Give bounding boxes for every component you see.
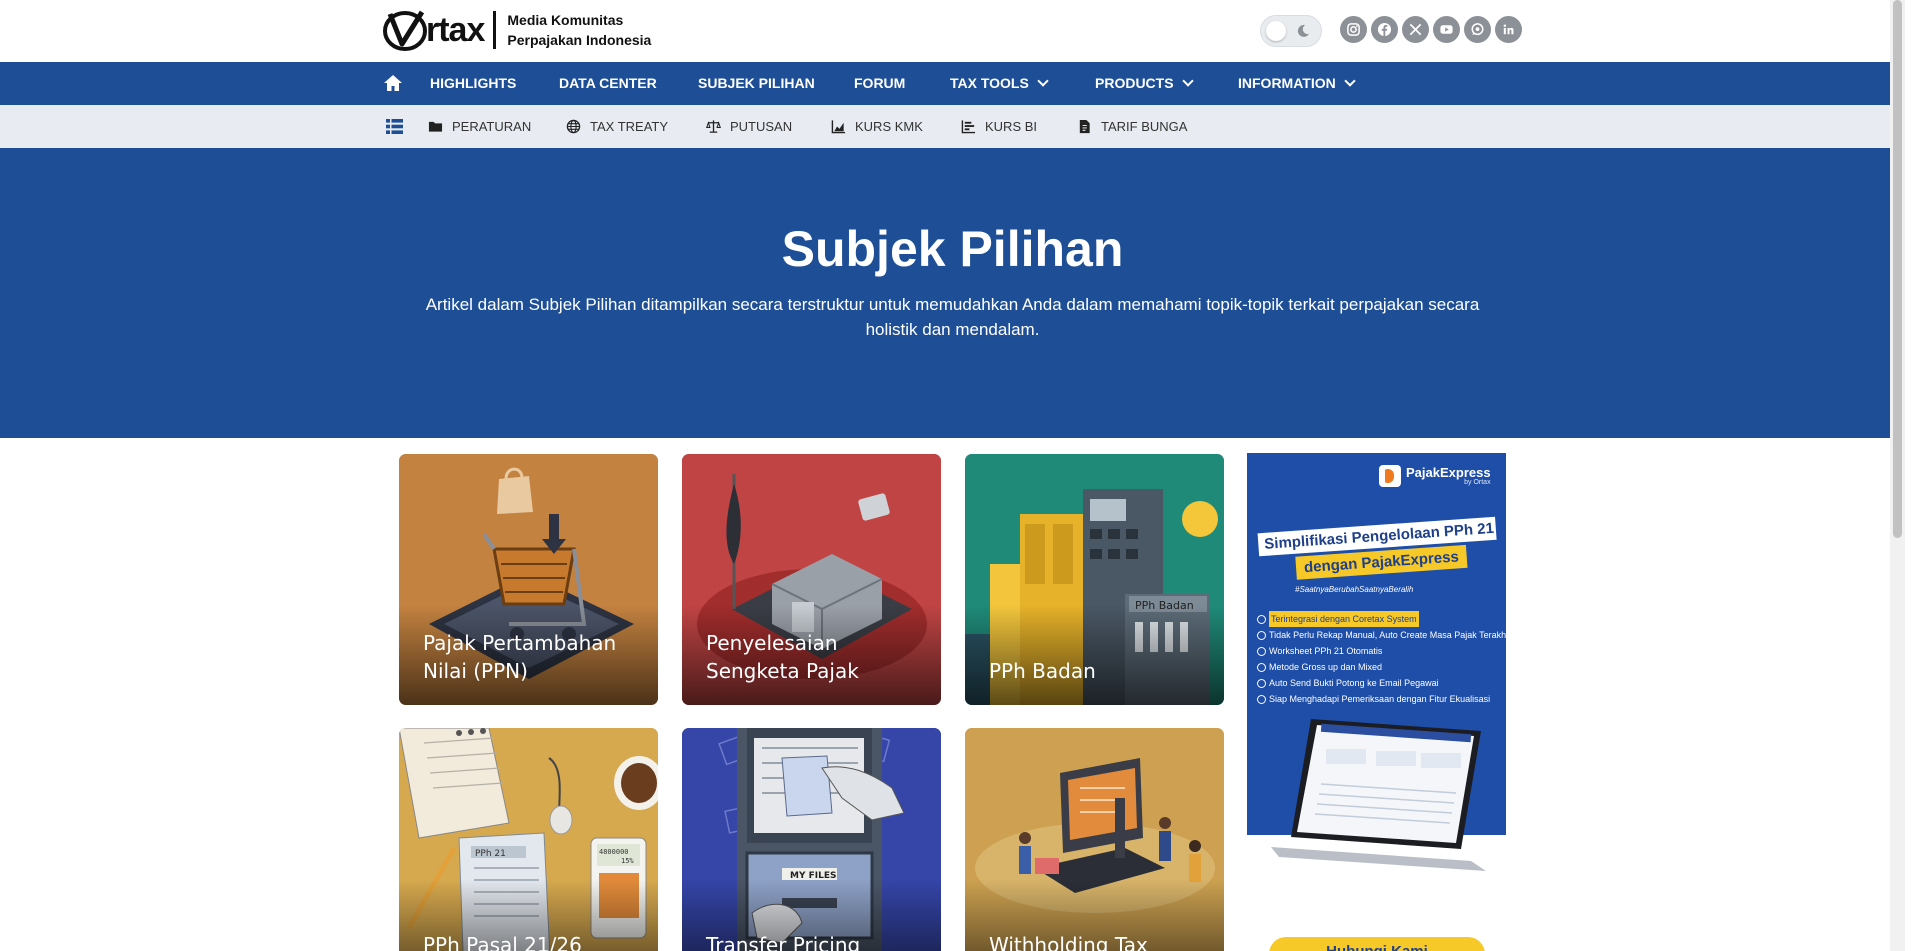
card-shade: [965, 605, 1224, 705]
nav-highlights[interactable]: HIGHLIGHTS: [430, 62, 516, 105]
subnav-putusan-label: PUTUSAN: [730, 119, 793, 134]
logo-divider: [493, 11, 497, 49]
check-circle-icon: [1257, 662, 1266, 672]
check-circle-icon: [1257, 614, 1266, 624]
nav-products[interactable]: PRODUCTS: [1095, 62, 1194, 105]
scale-icon: [706, 120, 721, 133]
nav-subjek-pilihan[interactable]: SUBJEK PILIHAN: [698, 62, 815, 105]
site-header: rtax Media Komunitas Perpajakan Indonesi…: [0, 0, 1905, 62]
tagline-line-1: Media Komunitas: [507, 12, 624, 28]
subnav-kurs-bi-label: KURS BI: [985, 119, 1038, 134]
file-invoice-icon: [1079, 119, 1090, 134]
ad-feature: Tidak Perlu Rekap Manual, Auto Create Ma…: [1257, 627, 1506, 643]
x-icon[interactable]: [1402, 16, 1429, 43]
calculator-value: 4800000: [599, 848, 629, 856]
ad-brand-by: by Ortax: [1464, 479, 1491, 486]
card-ppn[interactable]: Pajak Pertambahan Nilai (PPN): [399, 454, 658, 705]
home-icon[interactable]: [382, 73, 404, 93]
nav-data-center[interactable]: DATA CENTER: [559, 62, 657, 105]
card-title: Withholding Tax: [989, 933, 1148, 951]
chevron-down-icon: [1037, 75, 1049, 87]
tagline-line-2: Perpajakan Indonesia: [507, 32, 652, 48]
dark-mode-toggle[interactable]: [1260, 15, 1322, 47]
subnav-kurs-kmk-label: KURS KMK: [855, 119, 923, 134]
card-transfer-pricing[interactable]: MY FILES Transfer Pricing: [682, 728, 941, 951]
card-title: Transfer Pricing: [706, 933, 861, 951]
ortax-logo-mark: [383, 10, 427, 51]
logo-wordmark: rtax: [426, 10, 485, 49]
chevron-down-icon: [1344, 75, 1356, 87]
logo-tagline: Media Komunitas Perpajakan Indonesia: [507, 10, 651, 50]
laptop-illustration: [1271, 719, 1486, 871]
card-withholding-tax[interactable]: Withholding Tax: [965, 728, 1224, 951]
moon-icon: [1297, 24, 1309, 37]
sub-navigation: PERATURAN TAX TREATY PUTUSAN KURS KMK KU…: [0, 105, 1905, 148]
bar-chart-icon: [961, 120, 976, 134]
ad-feature: Terintegrasi dengan Coretax System: [1257, 611, 1506, 627]
check-circle-icon: [1257, 646, 1266, 656]
social-links: [1340, 16, 1522, 43]
linkedin-icon[interactable]: [1495, 16, 1522, 43]
list-icon[interactable]: [386, 119, 403, 134]
page-scrollbar[interactable]: [1890, 0, 1905, 951]
pajakexpress-logo-icon: [1379, 465, 1401, 487]
nav-tax-tools[interactable]: TAX TOOLS: [950, 62, 1049, 105]
subnav-tax-treaty[interactable]: TAX TREATY: [566, 105, 668, 148]
hero-banner: Subjek Pilihan Artikel dalam Subjek Pili…: [0, 148, 1905, 438]
page-title: Subjek Pilihan: [781, 221, 1124, 277]
hubungi-kami-button[interactable]: Hubungi Kami: [1269, 937, 1485, 951]
ad-feature: Metode Gross up dan Mixed: [1257, 659, 1506, 675]
check-circle-icon: [1257, 678, 1266, 688]
ad-feature: Auto Send Bukti Potong ke Email Pegawai: [1257, 675, 1506, 691]
check-circle-icon: [1257, 630, 1266, 640]
instagram-icon[interactable]: [1340, 16, 1367, 43]
main-navigation: HIGHLIGHTS DATA CENTER SUBJEK PILIHAN FO…: [0, 62, 1905, 105]
subnav-putusan[interactable]: PUTUSAN: [706, 105, 792, 148]
toggle-knob: [1266, 21, 1286, 41]
chart-area-icon: [831, 120, 846, 134]
card-title: Penyelesaian Sengketa Pajak: [706, 631, 859, 683]
card-title: PPh Pasal 21/26: [423, 933, 582, 951]
ad-hashtag: #SaatnyaBerubahSaatnyaBeralih: [1295, 585, 1414, 594]
globe-icon: [566, 119, 581, 134]
card-title: PPh Badan: [989, 659, 1096, 683]
nav-products-label: PRODUCTS: [1095, 75, 1174, 91]
whatsapp-icon[interactable]: [1464, 16, 1491, 43]
ad-brand: PajakExpress by Ortax: [1379, 465, 1491, 487]
ortax-logo[interactable]: rtax Media Komunitas Perpajakan Indonesi…: [382, 8, 651, 52]
subnav-tarif-bunga-label: TARIF BUNGA: [1101, 119, 1188, 134]
subnav-peraturan-label: PERATURAN: [452, 119, 532, 134]
pajakexpress-ad[interactable]: PajakExpress by Ortax Simplifikasi Penge…: [1247, 453, 1506, 951]
card-pph-badan[interactable]: PPh Badan PPh Badan: [965, 454, 1224, 705]
nav-forum[interactable]: FORUM: [854, 62, 905, 105]
nav-tax-tools-label: TAX TOOLS: [950, 75, 1029, 91]
page: rtax Media Komunitas Perpajakan Indonesi…: [0, 0, 1905, 951]
subnav-tarif-bunga[interactable]: TARIF BUNGA: [1077, 105, 1187, 148]
subnav-peraturan[interactable]: PERATURAN: [428, 105, 531, 148]
facebook-icon[interactable]: [1371, 16, 1398, 43]
calculator-pct: 15%: [621, 857, 634, 865]
page-description: Artikel dalam Subjek Pilihan ditampilkan…: [425, 295, 1480, 339]
card-sengketa-pajak[interactable]: Penyelesaian Sengketa Pajak: [682, 454, 941, 705]
ad-feature-list: Terintegrasi dengan Coretax System Tidak…: [1257, 611, 1506, 707]
ad-brand-name: PajakExpress: [1406, 465, 1491, 480]
document-label: PPh 21: [475, 849, 506, 859]
subnav-tax-treaty-label: TAX TREATY: [590, 119, 669, 134]
youtube-icon[interactable]: [1433, 16, 1460, 43]
nav-information[interactable]: INFORMATION: [1238, 62, 1356, 105]
folder-icon: [428, 121, 443, 132]
card-pph-21-26[interactable]: PPh 21 4800000 15% PPh Pasal 21/26: [399, 728, 658, 951]
scrollbar-thumb[interactable]: [1893, 0, 1902, 538]
subnav-kurs-kmk[interactable]: KURS KMK: [831, 105, 923, 148]
card-title: Pajak Pertambahan Nilai (PPN): [423, 631, 617, 683]
check-circle-icon: [1257, 694, 1266, 704]
ad-feature: Worksheet PPh 21 Otomatis: [1257, 643, 1506, 659]
nav-information-label: INFORMATION: [1238, 75, 1336, 91]
ad-feature: Siap Menghadapi Pemeriksaan dengan Fitur…: [1257, 691, 1506, 707]
chevron-down-icon: [1181, 75, 1194, 87]
subnav-kurs-bi[interactable]: KURS BI: [961, 105, 1037, 148]
